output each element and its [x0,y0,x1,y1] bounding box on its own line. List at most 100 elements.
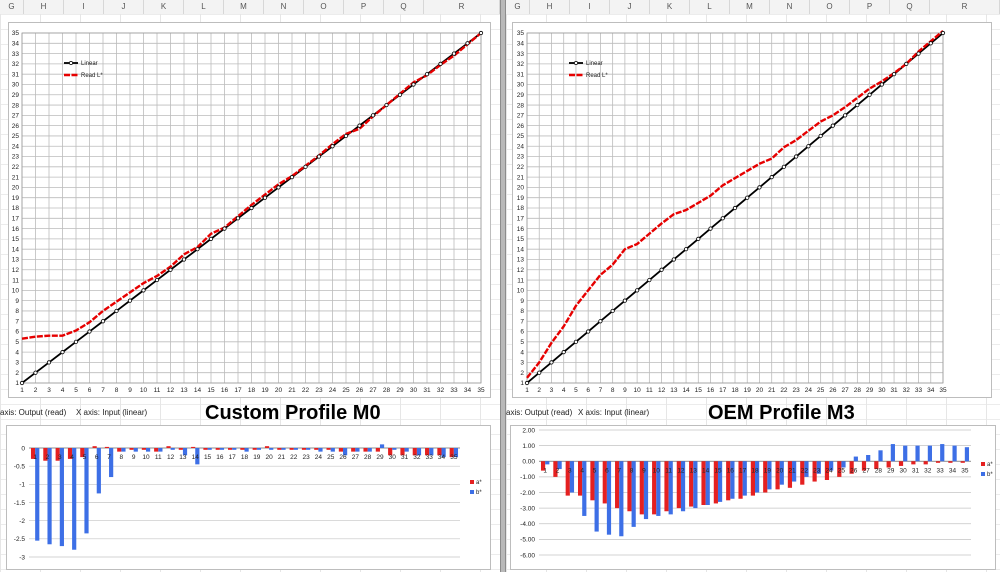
x-tick-label: 33 [450,387,458,394]
linear-point [451,51,457,56]
y-tick-label: 32 [517,61,525,68]
x-tick-label: 30 [410,387,418,394]
linear-point [867,92,872,97]
x-category-label: 17 [739,467,747,474]
x-tick-label: 14 [194,387,202,394]
column-header[interactable]: I [570,0,610,14]
a-star-bar [129,448,134,450]
x-category-label: 8 [630,467,634,474]
a-star-bar [191,446,196,448]
linear-point [745,195,750,200]
b-star-bar [121,448,126,452]
x-category-label: 28 [364,454,372,461]
b-star-bar [569,461,575,493]
linear-point [659,267,664,272]
left-sheet-pane: G H I J K L M N O P Q R 1 2 3 4 5 6 7 8 9 10 11 12 1… [0,0,500,572]
m3-bar-chart[interactable]: 2.00 1.00 0.00 -1.00 -2.00 -3.00 -4.00 -5.00 -6.… [510,425,996,570]
linear-point [357,123,362,128]
x-axis-note: X axis: Input (linear) [578,408,650,417]
x-category-label: 18 [751,467,759,474]
linear-point [916,51,921,56]
column-header[interactable]: N [770,0,810,14]
b-star-bar [207,448,212,450]
column-header[interactable]: H [24,0,64,14]
y-tick-label: 8 [520,308,524,315]
y-tick-label: 2 [15,370,19,377]
x-category-label: 13 [179,454,187,461]
column-header[interactable]: L [690,0,730,14]
m3-line-chart[interactable]: 1 2 3 4 5 6 7 8 9 10 11 12 13 14 15 16 17 18 19 20 21 22 23 24 2… [512,22,992,398]
x-tick-label: 13 [670,387,678,394]
a-star-bar [948,461,953,463]
y-tick-label: 8 [15,308,19,315]
linear-point [647,277,652,283]
y-tick-label: 15 [12,236,20,243]
linear-point [208,236,214,241]
legend-label-a-star: a* [987,462,993,468]
y-tick-label: 25 [517,133,525,140]
a-star-bar [203,448,208,450]
a-star-bar [314,448,319,450]
a-star-bar [264,446,270,448]
x-tick-label: 7 [101,387,105,394]
x-category-label: 21 [788,467,796,474]
linear-point [330,144,335,149]
x-tick-label: 27 [842,387,850,394]
y-tick-label: 26 [12,123,20,130]
column-header[interactable]: P [850,0,890,14]
column-header[interactable]: G [0,0,24,14]
b-star-bar [293,448,298,450]
column-header[interactable]: J [610,0,650,14]
column-header[interactable]: K [144,0,184,14]
x-tick-label: 4 [562,387,566,394]
y-tick-label: 33 [12,51,20,58]
x-category-label: 30 [389,454,397,461]
x-category-label: 22 [290,454,298,461]
column-header[interactable]: G [506,0,530,14]
linear-point [904,61,909,66]
column-header[interactable]: J [104,0,144,14]
column-header[interactable]: P [344,0,384,14]
column-header[interactable]: Q [890,0,930,14]
column-header[interactable]: M [730,0,770,14]
linear-point [732,205,738,211]
linear-point [343,133,349,139]
a-star-bar [363,448,368,452]
column-header[interactable]: R [930,0,1000,14]
x-category-label: 35 [450,454,458,461]
column-header[interactable]: O [810,0,850,14]
y-tick-label: 9 [520,298,524,305]
column-header[interactable]: N [264,0,304,14]
m0-line-chart[interactable]: 1 2 3 4 5 6 7 8 9 10 11 12 13 14 15 16 17 18 19 20 21 22 23 24 2… [8,22,491,398]
column-header[interactable]: I [64,0,104,14]
column-header[interactable]: Q [384,0,424,14]
y-tick-label: 33 [517,51,525,58]
y-tick-label: 22 [12,164,20,171]
column-header[interactable]: R [424,0,500,14]
x-category-label: 1 [33,454,37,461]
x-tick-label: 11 [646,387,653,394]
linear-point [940,30,946,36]
column-header-row: G H I J K L M N O P Q R [506,0,1000,15]
column-header[interactable]: K [650,0,690,14]
column-header[interactable]: M [224,0,264,14]
y-tick-label: 1 [520,380,524,387]
y-tick-label: 18 [12,205,20,212]
column-header[interactable]: H [530,0,570,14]
x-tick-label: 5 [574,387,578,394]
linear-point [843,113,848,118]
column-header[interactable]: O [304,0,344,14]
a-star-bar [215,448,220,450]
linear-point [683,247,689,252]
x-tick-label: 6 [586,387,590,394]
x-tick-label: 23 [315,387,323,394]
y-tick-label: 4 [15,349,19,356]
x-tick-label: 24 [329,387,337,394]
x-tick-label: 27 [369,387,377,394]
linear-point [19,380,25,386]
x-tick-label: 23 [793,387,801,394]
a-star-bar [923,461,928,465]
m0-bar-chart-svg: 0-0.5-1-1.5-2-2.5-31 2 3 4 5 6 7 8 9 10 11 12 13 14 15… [14,444,482,561]
m0-bar-chart[interactable]: 0 -0.5 -1 -1.5 -2 -2.5 -3 1 2 3 4 5 6 7 8 9 10 11 12 13 14 15… [6,425,491,570]
column-header[interactable]: L [184,0,224,14]
